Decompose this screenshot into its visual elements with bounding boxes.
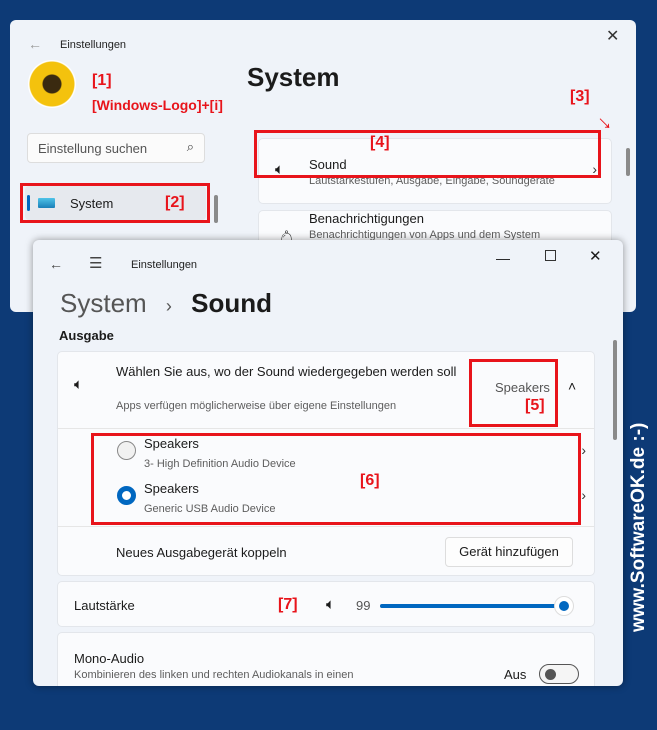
watermark: www.SoftwareOK.de :-) (628, 422, 649, 632)
volume-slider[interactable] (380, 596, 575, 616)
volume-value: 99 (356, 598, 371, 613)
volume-thumb[interactable] (554, 596, 575, 616)
sidebar-scrollbar[interactable] (214, 195, 218, 223)
annotation-box-5 (469, 359, 558, 427)
speaker-icon: 🔈︎ (74, 376, 84, 393)
annotation-4: [4] (370, 134, 390, 151)
chevron-right-icon: › (581, 487, 586, 503)
back-arrow-icon[interactable]: ← (49, 256, 63, 272)
add-device-button[interactable]: Gerät hinzufügen (445, 537, 573, 567)
annotation-box-6 (91, 433, 581, 525)
mono-audio-card: Mono-Audio Kombinieren des linken und re… (57, 632, 595, 686)
annotation-5: [5] (525, 397, 545, 414)
chevron-up-icon: ˄ (568, 378, 577, 394)
shortcut-annotation: [Windows-Logo]+[i] (92, 97, 223, 113)
pair-label: Neues Ausgabegerät koppeln (116, 545, 287, 560)
page-title: System (247, 62, 340, 92)
annotation-2: [2] (165, 194, 185, 211)
annotation-box-4 (254, 130, 601, 178)
annotation-7: [7] (278, 596, 298, 613)
close-icon[interactable]: ✕ (606, 26, 619, 46)
back-arrow-icon[interactable]: ← (28, 36, 42, 52)
annotation-6: [6] (360, 472, 380, 489)
volume-fill (380, 604, 565, 608)
window-title: Einstellungen (131, 259, 198, 271)
menu-icon[interactable]: ☰ (89, 254, 102, 272)
main-scrollbar[interactable] (613, 340, 617, 440)
mono-audio-toggle[interactable] (539, 664, 579, 684)
section-heading: Ausgabe (59, 328, 114, 343)
breadcrumb: System › Sound (60, 288, 273, 318)
close-button[interactable]: ✕ (589, 247, 602, 265)
speaker-icon[interactable]: 🔈︎ (326, 596, 335, 613)
sound-settings-window: ← ☰ Einstellungen — ✕ System › Sound Aus… (33, 240, 623, 686)
main-scrollbar[interactable] (626, 148, 630, 176)
minimize-button[interactable]: — (496, 250, 510, 266)
volume-card: Lautstärke [7] 🔈︎ 99 (57, 581, 595, 627)
search-input[interactable]: Einstellung suchen ⌕ (27, 133, 205, 163)
breadcrumb-system[interactable]: System (60, 288, 147, 318)
window-title: Einstellungen (60, 39, 127, 51)
chevron-right-icon: › (581, 442, 586, 458)
sunflower-avatar (28, 60, 76, 108)
maximize-button[interactable] (545, 250, 556, 261)
mono-state: Aus (504, 667, 527, 682)
search-icon: ⌕ (186, 139, 194, 154)
annotation-3: [3] (570, 88, 590, 105)
breadcrumb-sound: Sound (191, 288, 273, 318)
annotation-1: [1] (92, 72, 112, 89)
